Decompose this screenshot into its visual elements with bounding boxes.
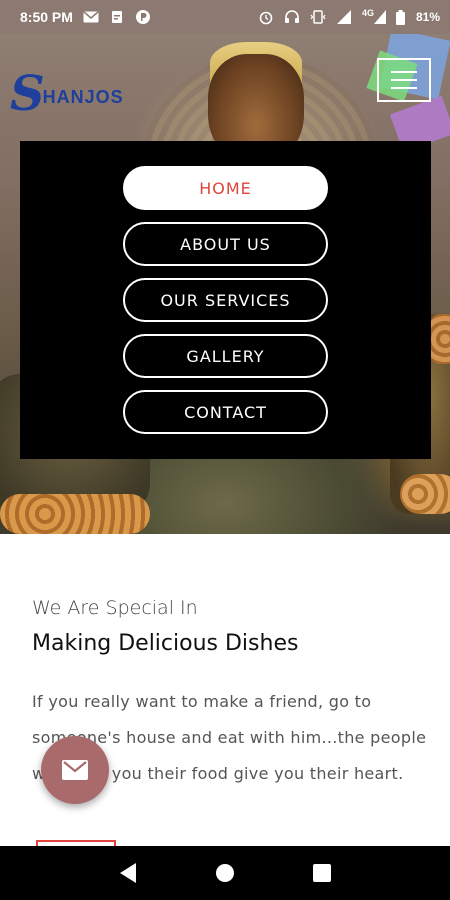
headset-icon <box>284 10 300 24</box>
menu-toggle-button[interactable] <box>377 58 431 102</box>
email-fab-button[interactable] <box>41 736 109 804</box>
status-bar: 8:50 PM 4G 81% <box>0 0 450 34</box>
system-nav-bar <box>0 846 450 900</box>
battery-icon <box>396 9 406 25</box>
hamburger-line <box>391 79 417 81</box>
snacks-left <box>0 494 150 534</box>
network-type: 4G <box>361 8 374 18</box>
status-right: 4G 81% <box>258 8 440 25</box>
signal-icon <box>336 10 352 24</box>
menu-item-gallery[interactable]: GALLERY <box>123 334 328 378</box>
vibrate-icon <box>310 10 326 24</box>
status-left: 8:50 PM <box>20 9 151 25</box>
network-signal-icon: 4G <box>361 8 386 24</box>
p-icon <box>135 10 151 24</box>
recents-button[interactable] <box>307 858 337 888</box>
nav-menu: HOME ABOUT US OUR SERVICES GALLERY CONTA… <box>20 141 431 459</box>
back-button[interactable] <box>113 858 143 888</box>
battery-percent: 81% <box>415 10 440 24</box>
home-button[interactable] <box>210 858 240 888</box>
menu-item-home[interactable]: HOME <box>123 166 328 210</box>
logo-text: HANJOS <box>42 87 124 107</box>
hamburger-line <box>391 87 417 89</box>
intro-section: We Are Special In Making Delicious Dishe… <box>0 534 450 854</box>
site-logo[interactable]: S HANJOS <box>10 64 124 122</box>
section-subtitle: We Are Special In <box>32 597 198 619</box>
snacks-right <box>400 474 450 514</box>
menu-item-contact[interactable]: CONTACT <box>123 390 328 434</box>
logo-initial: S <box>10 66 45 122</box>
mail-icon <box>62 760 88 780</box>
home-icon <box>215 864 234 882</box>
hamburger-line <box>391 71 417 73</box>
clipboard-icon <box>109 10 125 24</box>
menu-item-about-us[interactable]: ABOUT US <box>123 222 328 266</box>
snacks-top-right <box>430 314 450 364</box>
status-time: 8:50 PM <box>20 9 73 25</box>
section-heading: Making Delicious Dishes <box>32 631 299 656</box>
recents-icon <box>312 864 331 882</box>
mail-icon <box>83 10 99 24</box>
alarm-icon <box>258 10 274 25</box>
menu-item-our-services[interactable]: OUR SERVICES <box>123 278 328 322</box>
back-icon <box>120 863 137 883</box>
